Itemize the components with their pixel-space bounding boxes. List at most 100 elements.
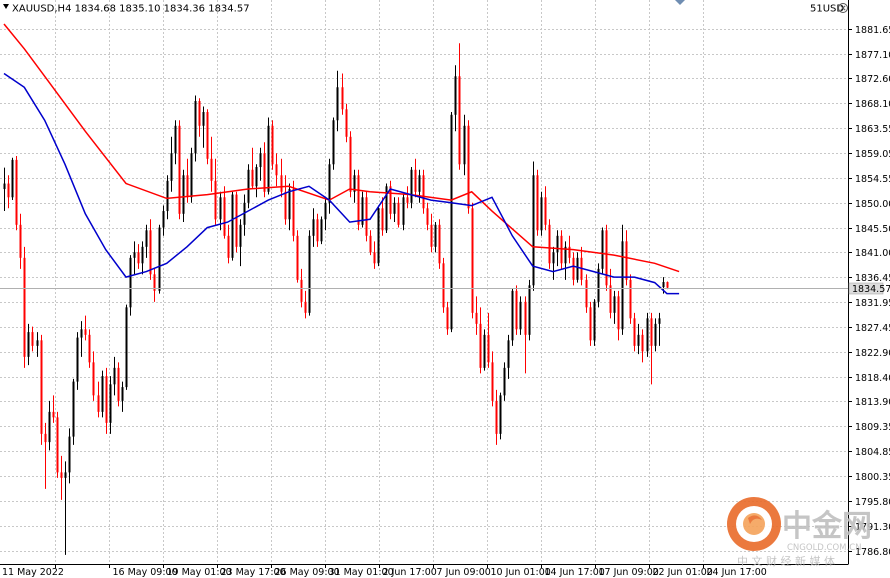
x-tick-label: 22 Jun 01:00: [653, 567, 713, 578]
candle-body: [454, 76, 457, 115]
candle-body: [296, 235, 299, 280]
candle-body: [137, 252, 140, 264]
candle: [605, 224, 608, 291]
candle-body: [263, 153, 266, 192]
candle-body: [178, 125, 181, 214]
candle-body: [373, 252, 376, 264]
candle: [158, 224, 161, 294]
candle-body: [377, 208, 380, 264]
candle: [190, 147, 193, 203]
candle: [15, 156, 18, 231]
candle-body: [487, 334, 490, 363]
candle: [206, 109, 209, 165]
candle-body: [125, 307, 128, 388]
y-tick-label: 1841.00: [855, 248, 890, 259]
candle: [601, 227, 604, 275]
candle-body: [589, 307, 592, 341]
candle: [178, 120, 181, 220]
y-tick-label: 1877.10: [855, 50, 890, 61]
candle-body: [214, 180, 217, 220]
candle: [296, 230, 299, 283]
candle-body: [446, 307, 449, 330]
candle: [72, 378, 75, 445]
candle-body: [40, 340, 43, 434]
candle-body: [471, 208, 474, 313]
candle-body: [393, 202, 396, 214]
candle-body: [316, 219, 319, 242]
candle-body: [495, 400, 498, 434]
candle-body: [320, 219, 323, 242]
candle: [548, 219, 551, 269]
candle-body: [397, 202, 400, 225]
candle-body: [19, 224, 22, 258]
x-tick-label: 24 Jun 17:00: [707, 567, 767, 578]
candle: [519, 296, 522, 335]
candle-body: [210, 158, 213, 181]
x-tick-label: 7 Jun 09:00: [437, 567, 491, 578]
candle-body: [458, 76, 461, 165]
candle: [125, 304, 128, 390]
x-tick-label: 11 May 2022: [2, 567, 64, 578]
candle-body: [341, 87, 344, 110]
candle-body: [503, 367, 506, 396]
candle-body: [515, 290, 518, 330]
watermark-tagline: 中 文 财 经 新 媒 体: [737, 554, 835, 568]
candle: [308, 230, 311, 316]
candle: [593, 299, 596, 346]
candle: [646, 312, 649, 357]
candle: [450, 112, 453, 333]
candle-body: [182, 175, 185, 214]
candle-body: [418, 175, 421, 192]
candle-body: [121, 387, 124, 401]
y-tick-label: 1854.55: [855, 174, 890, 185]
candle-body: [84, 329, 87, 335]
candle-body: [613, 296, 616, 313]
candle-body: [251, 169, 254, 187]
candle-body: [434, 224, 437, 247]
candle: [88, 329, 91, 368]
candle-body: [430, 224, 433, 247]
candle-body: [235, 194, 238, 247]
candle-body: [442, 263, 445, 308]
candle: [365, 191, 368, 242]
candle: [511, 288, 514, 346]
candle: [345, 103, 348, 143]
candle-body: [617, 296, 620, 330]
time-axis: 11 May 2022 16 May 09:0019 May 01:0023 Ma…: [2, 564, 767, 578]
candle: [442, 257, 445, 313]
candle-body: [572, 257, 575, 280]
candle-body: [507, 340, 510, 368]
candle-body: [658, 318, 661, 324]
candle-body: [105, 376, 108, 423]
candle-body: [3, 183, 6, 190]
candle-body: [174, 125, 177, 154]
candle-body: [426, 208, 429, 225]
watermark-brand: 中金网: [782, 509, 872, 544]
y-tick-label: 1795.80: [855, 497, 890, 508]
candle-body: [328, 164, 331, 203]
candle-body: [304, 301, 307, 313]
candle-body: [414, 169, 417, 192]
watermark-url: CNGOLD.COM.CN: [787, 543, 862, 553]
candle: [483, 329, 486, 371]
candle-body: [227, 235, 230, 258]
candle-body: [133, 252, 136, 258]
candle-body: [80, 329, 83, 338]
candle-body: [190, 153, 193, 198]
candle-body: [402, 197, 405, 225]
candle: [422, 169, 425, 214]
candle: [56, 411, 59, 478]
y-tick-label: 1827.45: [855, 323, 890, 334]
candle: [267, 117, 270, 195]
chart-window: 1881.65 1877.10 1872.60 1868.10 1863.55 1859.…: [0, 0, 890, 578]
candle: [194, 95, 197, 162]
candle-body: [27, 332, 30, 357]
candle: [389, 180, 392, 220]
candle-body: [145, 230, 148, 247]
candle: [540, 191, 543, 236]
candle: [247, 164, 250, 209]
candle-body: [524, 301, 527, 335]
candle-body: [162, 211, 165, 228]
y-tick-label: 1845.50: [855, 224, 890, 235]
candle-body: [170, 153, 173, 181]
